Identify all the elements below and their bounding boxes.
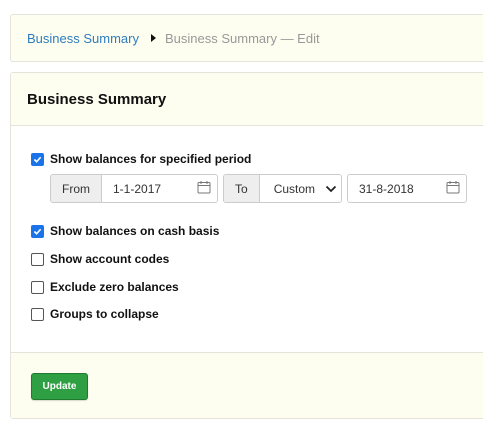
option-groups-collapse[interactable]: Groups to collapse [31, 307, 159, 321]
groups-collapse-checkbox[interactable] [31, 307, 44, 321]
specified-period-checkbox[interactable] [31, 152, 44, 166]
cash-basis-checkbox[interactable] [31, 224, 44, 238]
from-date-value: 1-1-2017 [113, 181, 162, 196]
from-date-input[interactable]: 1-1-2017 [102, 175, 217, 202]
to-mode-value: Custom [273, 181, 316, 196]
panel-footer: Update [11, 352, 483, 418]
exclude-zero-label: Exclude zero balances [50, 280, 179, 294]
checkmark-icon [33, 156, 42, 163]
panel-title: Business Summary [27, 90, 167, 108]
report-settings-panel: Business Summary Show balances for speci… [10, 72, 483, 419]
breadcrumb-link-business-summary[interactable]: Business Summary [27, 31, 139, 46]
date-range-row: From 1-1-2017 To Custom 31-8-2018 [50, 174, 467, 203]
account-codes-checkbox[interactable] [31, 252, 44, 266]
breadcrumb-current: Business Summary — Edit [164, 30, 320, 46]
option-specified-period[interactable]: Show balances for specified period [31, 152, 251, 166]
cash-basis-label: Show balances on cash basis [50, 224, 220, 238]
account-codes-label: Show account codes [50, 252, 170, 266]
to-label: To [224, 175, 260, 202]
update-button[interactable]: Update [31, 373, 88, 400]
to-mode-select[interactable]: Custom [259, 175, 341, 202]
calendar-icon[interactable] [197, 180, 211, 197]
calendar-icon[interactable] [446, 180, 460, 197]
to-date-input[interactable]: 31-8-2018 [348, 175, 466, 202]
to-date-value: 31-8-2018 [359, 181, 414, 196]
to-input-group: To Custom [223, 174, 342, 203]
from-label: From [51, 175, 102, 202]
panel-header: Business Summary [11, 73, 483, 126]
breadcrumb: Business Summary Business Summary — Edit [10, 14, 483, 62]
to-date-group: 31-8-2018 [347, 174, 467, 203]
from-input-group: From 1-1-2017 [50, 174, 218, 203]
chevron-down-icon [325, 182, 337, 196]
groups-collapse-label: Groups to collapse [50, 307, 159, 321]
panel-body: Show balances for specified period From … [11, 126, 483, 351]
breadcrumb-separator-icon [150, 34, 156, 42]
checkmark-icon [33, 228, 42, 235]
exclude-zero-checkbox[interactable] [31, 280, 44, 294]
option-cash-basis[interactable]: Show balances on cash basis [31, 224, 219, 238]
specified-period-label: Show balances for specified period [50, 152, 252, 166]
option-exclude-zero[interactable]: Exclude zero balances [31, 280, 179, 294]
option-account-codes[interactable]: Show account codes [31, 252, 169, 266]
